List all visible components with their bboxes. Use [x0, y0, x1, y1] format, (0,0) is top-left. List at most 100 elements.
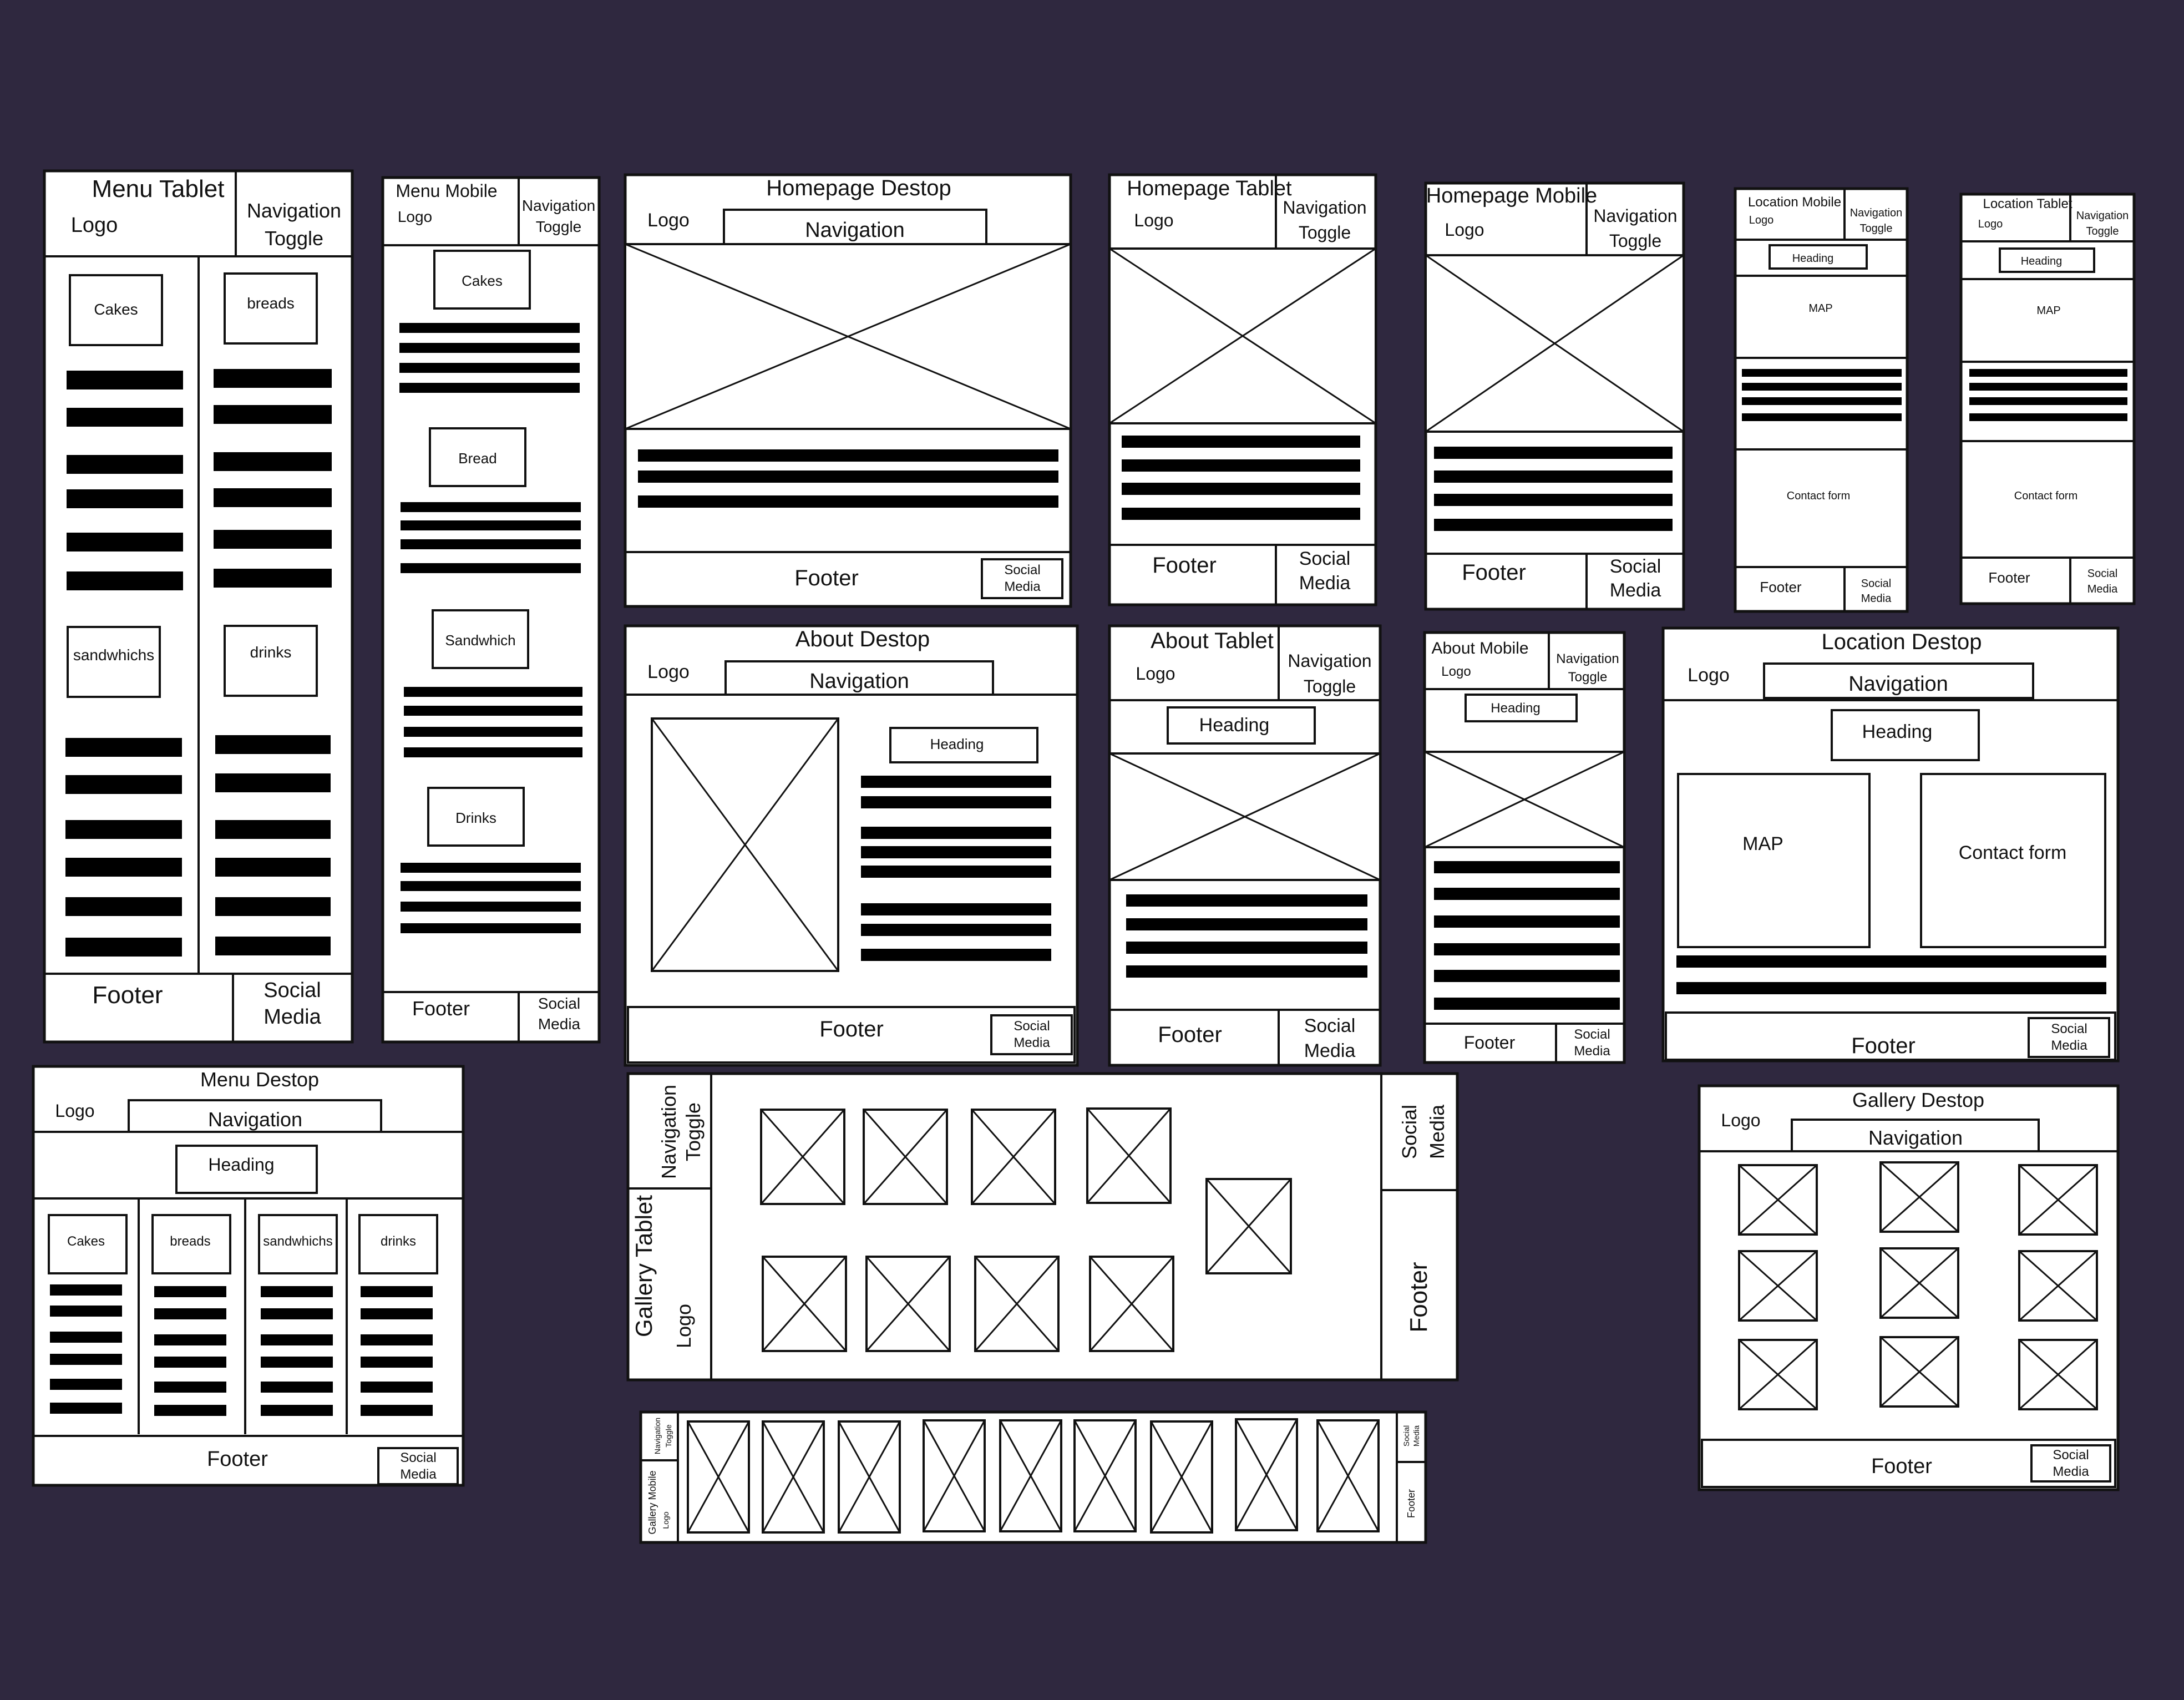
- svg-text:Media: Media: [1304, 1040, 1356, 1061]
- menu-mobile-social: Social: [538, 995, 580, 1012]
- wireframe-location-desktop: Location Destop Logo Navigation Heading …: [1661, 626, 2120, 1062]
- about-tablet-nav-toggle: Navigation: [1288, 651, 1371, 671]
- menu-mobile-nav-toggle: Navigation: [522, 197, 595, 214]
- menu-mobile-title: Menu Mobile: [396, 181, 497, 201]
- wireframe-location-mobile: Location Mobile Logo Navigation Toggle H…: [1734, 187, 1909, 613]
- svg-text:Media: Media: [1004, 579, 1041, 594]
- svg-text:Heading: Heading: [1491, 701, 1540, 716]
- gallery-mobile-title: Gallery Mobile: [647, 1470, 658, 1534]
- svg-text:Media: Media: [1426, 1104, 1448, 1159]
- gallery-mobile-image-strip: [687, 1418, 1380, 1534]
- wireframe-gallery-tablet: Navigation Toggle Gallery Tablet Logo So…: [626, 1072, 1459, 1382]
- about-desktop-title: About Destop: [795, 627, 930, 651]
- about-tablet-title: About Tablet: [1151, 629, 1274, 653]
- svg-text:Toggle: Toggle: [664, 1424, 673, 1447]
- homepage-tablet-social: Social: [1299, 548, 1351, 569]
- menu-desktop-logo: Logo: [55, 1101, 94, 1121]
- about-mobile-logo: Logo: [1441, 664, 1471, 679]
- gallery-tablet-footer: Footer: [1405, 1262, 1432, 1332]
- wireframe-homepage-desktop: Homepage Destop Logo Navigation Footer S…: [624, 173, 1072, 608]
- about-mobile-social: Social: [1574, 1027, 1610, 1042]
- svg-text:breads: breads: [170, 1234, 210, 1249]
- homepage-tablet-logo: Logo: [1134, 210, 1173, 230]
- homepage-tablet-nav-toggle: Navigation: [1283, 198, 1366, 217]
- svg-text:Heading: Heading: [1862, 721, 1933, 742]
- wireframe-gallery-desktop: Gallery Destop Logo Navigation Footer So…: [1697, 1084, 2120, 1491]
- menu-mobile-logo: Logo: [398, 208, 432, 225]
- svg-text:breads: breads: [247, 295, 295, 312]
- wireframe-homepage-mobile: Homepage Mobile Logo Navigation Toggle F…: [1424, 181, 1685, 611]
- svg-text:Toggle: Toggle: [2086, 225, 2119, 237]
- homepage-desktop-title: Homepage Destop: [766, 176, 951, 200]
- gallery-desktop-title: Gallery Destop: [1852, 1089, 1984, 1111]
- gallery-desktop-logo: Logo: [1721, 1110, 1760, 1130]
- menu-tablet-drinks-box: [224, 625, 318, 697]
- location-tablet-social: Social: [2087, 568, 2117, 580]
- location-mobile-title: Location Mobile: [1748, 195, 1841, 210]
- about-tablet-social: Social: [1304, 1015, 1356, 1036]
- svg-text:Heading: Heading: [930, 736, 984, 752]
- svg-text:Social: Social: [2051, 1021, 2087, 1036]
- location-tablet-map: MAP: [2036, 305, 2060, 317]
- location-desktop-map: [1677, 773, 1871, 948]
- svg-text:Navigation: Navigation: [1868, 1126, 1963, 1149]
- gallery-tablet-social: Social: [1398, 1105, 1421, 1159]
- svg-text:Toggle: Toggle: [1860, 222, 1893, 235]
- homepage-mobile-social: Social: [1610, 556, 1661, 577]
- location-desktop-footer: Footer: [1851, 1034, 1916, 1058]
- location-mobile-contact: Contact form: [1787, 490, 1850, 502]
- svg-text:Navigation: Navigation: [1848, 672, 1948, 696]
- location-mobile-map: MAP: [1808, 302, 1832, 315]
- about-mobile-nav-toggle: Navigation: [1556, 651, 1619, 666]
- location-tablet-logo: Logo: [1978, 218, 2003, 230]
- svg-text:sandwhichs: sandwhichs: [73, 646, 154, 664]
- svg-text:Toggle: Toggle: [1609, 231, 1661, 251]
- gallery-desktop-image-grid: [1738, 1161, 2098, 1410]
- svg-text:Heading: Heading: [1199, 715, 1270, 736]
- menu-tablet-logo: Logo: [71, 214, 118, 237]
- svg-text:Social: Social: [400, 1450, 436, 1465]
- svg-text:Cakes: Cakes: [462, 272, 503, 289]
- menu-desktop-title: Menu Destop: [200, 1068, 319, 1091]
- svg-text:Media: Media: [2053, 1464, 2089, 1479]
- wireframe-location-tablet: Location Tablet Logo Navigation Toggle H…: [1959, 193, 2136, 605]
- svg-text:sandwhichs: sandwhichs: [263, 1234, 332, 1249]
- svg-text:Media: Media: [264, 1005, 321, 1029]
- homepage-desktop-text-bars: [638, 449, 1058, 508]
- svg-text:drinks: drinks: [381, 1234, 416, 1249]
- homepage-desktop-logo: Logo: [647, 210, 690, 231]
- svg-text:Social: Social: [1004, 563, 1040, 578]
- location-tablet-contact: Contact form: [2014, 490, 2077, 502]
- svg-text:Media: Media: [1299, 573, 1351, 594]
- about-tablet-footer: Footer: [1158, 1023, 1222, 1047]
- svg-text:Heading: Heading: [2021, 255, 2063, 267]
- svg-text:Navigation: Navigation: [805, 219, 905, 242]
- about-desktop-footer: Footer: [819, 1017, 884, 1041]
- svg-text:Toggle: Toggle: [265, 227, 323, 250]
- location-mobile-social: Social: [1861, 578, 1891, 590]
- wireframe-menu-desktop: Menu Destop Logo Navigation Heading Cake…: [32, 1065, 465, 1487]
- svg-text:Media: Media: [538, 1015, 581, 1033]
- location-mobile-logo: Logo: [1749, 214, 1774, 226]
- svg-text:Media: Media: [1610, 580, 1661, 601]
- about-desktop-logo: Logo: [647, 661, 690, 682]
- wireframe-about-mobile: About Mobile Logo Navigation Toggle Head…: [1423, 631, 1626, 1064]
- svg-text:Media: Media: [1412, 1425, 1421, 1446]
- wireframe-menu-mobile: Menu Mobile Logo Navigation Toggle Cakes…: [381, 176, 601, 1044]
- menu-desktop-footer: Footer: [207, 1448, 268, 1471]
- gallery-tablet-title: Gallery Tablet: [631, 1195, 657, 1337]
- svg-text:MAP: MAP: [1742, 833, 1783, 854]
- gallery-desktop-footer: Footer: [1871, 1455, 1932, 1478]
- svg-text:Media: Media: [2087, 583, 2118, 595]
- gallery-tablet-nav-toggle: Navigation: [657, 1085, 680, 1179]
- menu-tablet-nav-toggle: Navigation: [247, 199, 341, 222]
- svg-text:drinks: drinks: [250, 644, 292, 661]
- svg-text:Cakes: Cakes: [94, 301, 138, 318]
- about-mobile-footer: Footer: [1464, 1033, 1516, 1053]
- homepage-tablet-title: Homepage Tablet: [1127, 177, 1292, 200]
- wireframe-gallery-mobile: Navigation Toggle Gallery Mobile Logo So…: [639, 1410, 1427, 1544]
- wireframe-homepage-tablet: Homepage Tablet Logo Navigation Toggle F…: [1108, 173, 1377, 606]
- wireframe-about-tablet: About Tablet Logo Navigation Toggle Head…: [1108, 624, 1382, 1067]
- wireframe-menu-tablet: Menu Tablet Logo Navigation Toggle Cakes…: [43, 169, 354, 1044]
- gallery-mobile-social: Social: [1402, 1425, 1411, 1446]
